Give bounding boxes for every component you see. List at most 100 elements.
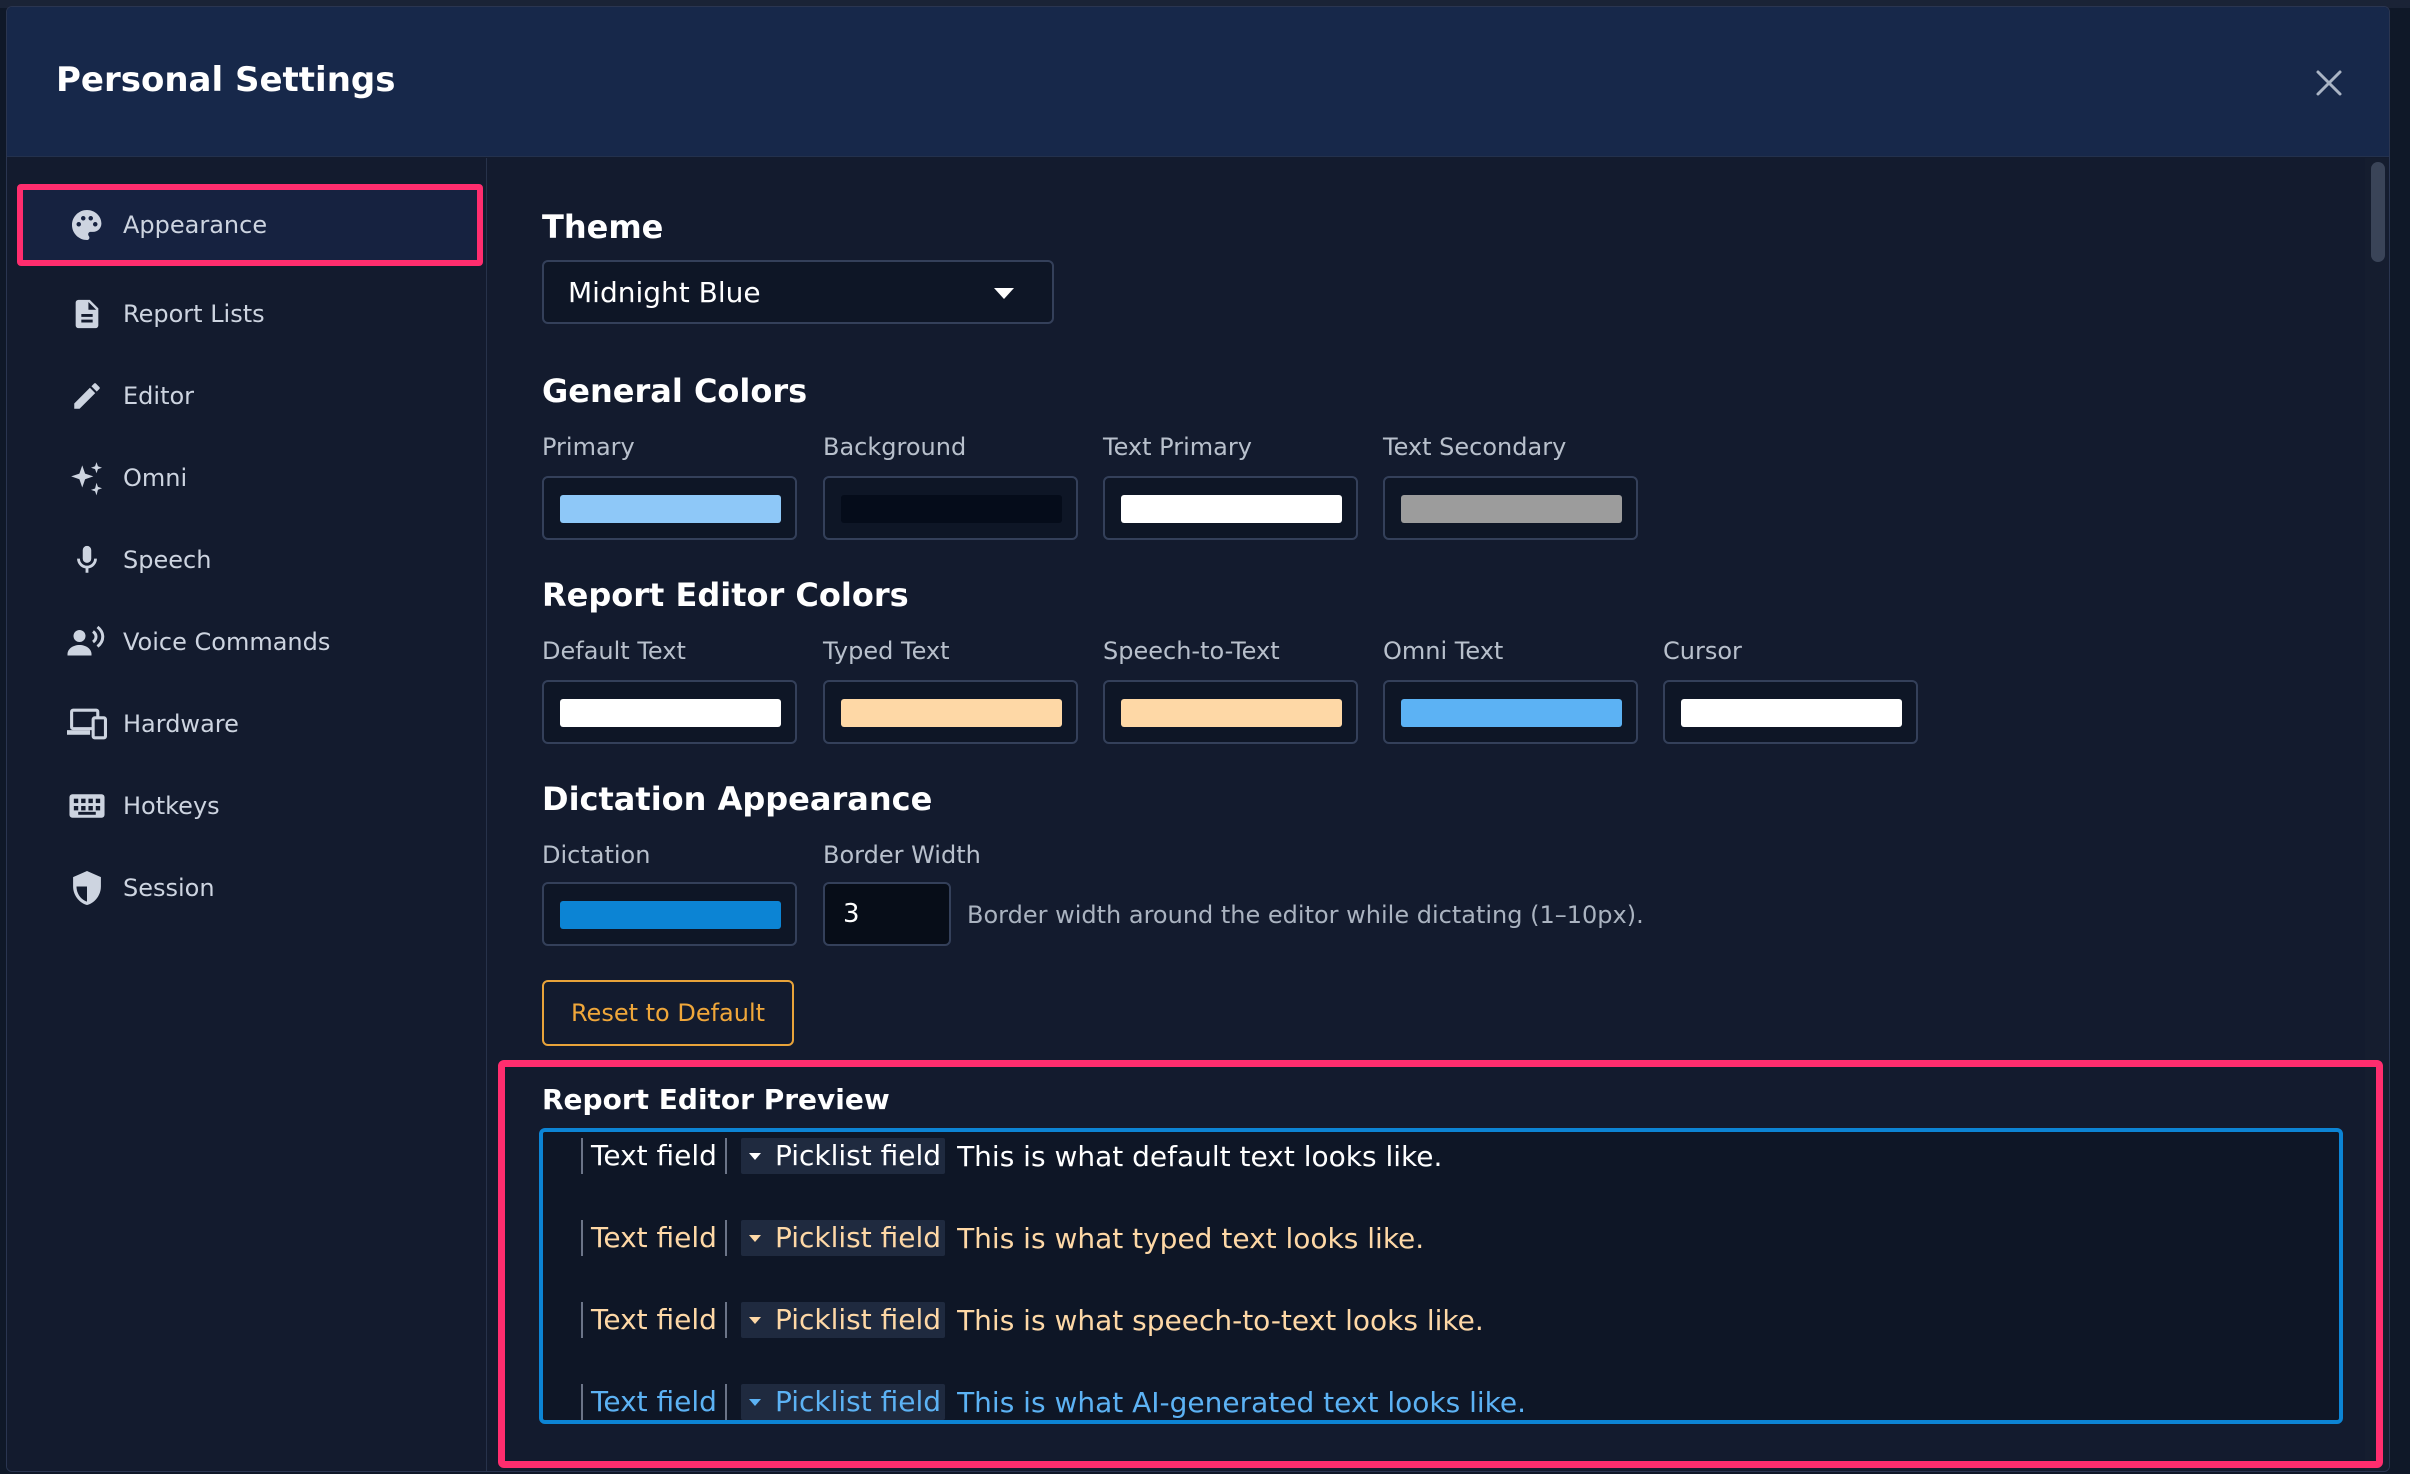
border-width-hint: Border width around the editor while dic…	[967, 901, 1644, 929]
text-field-token[interactable]: Text field	[581, 1138, 727, 1174]
sidebar-item-hotkeys[interactable]: Hotkeys	[17, 765, 483, 847]
document-icon	[67, 294, 107, 334]
preview-line-typed: Text field Picklist field This is what t…	[581, 1218, 1424, 1258]
sidebar-item-label: Appearance	[123, 211, 268, 239]
sidebar-item-label: Editor	[123, 382, 195, 410]
caret-down-icon	[748, 1234, 761, 1242]
preview-line-omni: Text field Picklist field This is what A…	[581, 1382, 1526, 1422]
cursor-color-picker[interactable]	[1663, 680, 1918, 744]
picklist-field-token[interactable]: Picklist field	[740, 1138, 946, 1174]
preview-sentence: This is what typed text looks like.	[957, 1221, 1425, 1255]
preview-sentence: This is what AI-generated text looks lik…	[957, 1385, 1526, 1419]
color-swatch	[1401, 699, 1622, 727]
settings-sidebar: Appearance Report Lists Editor Omni Spee	[7, 158, 487, 1471]
text-field-token[interactable]: Text field	[581, 1384, 727, 1420]
voice-user-icon	[67, 622, 107, 662]
sidebar-item-report-lists[interactable]: Report Lists	[17, 273, 483, 355]
color-swatch	[560, 901, 781, 929]
palette-icon	[67, 205, 107, 245]
preview-sentence: This is what default text looks like.	[957, 1139, 1443, 1173]
color-swatch	[560, 699, 781, 727]
preview-line-speech: Text field Picklist field This is what s…	[581, 1300, 1484, 1340]
close-icon	[2316, 70, 2342, 96]
typed-text-color-label: Typed Text	[823, 637, 950, 665]
text-secondary-color-picker[interactable]	[1383, 476, 1638, 540]
sidebar-item-label: Session	[123, 874, 215, 902]
close-button[interactable]	[2309, 63, 2349, 103]
border-width-label: Border Width	[823, 841, 981, 869]
shield-icon	[67, 868, 107, 908]
text-primary-color-label: Text Primary	[1103, 433, 1252, 461]
picklist-label: Picklist field	[774, 1385, 942, 1418]
color-swatch	[841, 699, 1062, 727]
theme-select-value: Midnight Blue	[568, 275, 761, 309]
general-colors-heading: General Colors	[542, 372, 808, 410]
sparkle-icon	[67, 458, 107, 498]
default-text-color-label: Default Text	[542, 637, 686, 665]
devices-icon	[67, 704, 107, 744]
speech-text-color-picker[interactable]	[1103, 680, 1358, 744]
sidebar-item-label: Report Lists	[123, 300, 265, 328]
border-width-value: 3	[843, 899, 860, 929]
sidebar-item-speech[interactable]: Speech	[17, 519, 483, 601]
text-secondary-color-label: Text Secondary	[1383, 433, 1567, 461]
default-text-color-picker[interactable]	[542, 680, 797, 744]
caret-down-icon	[994, 288, 1014, 299]
sidebar-item-label: Omni	[123, 464, 188, 492]
speech-text-color-label: Speech-to-Text	[1103, 637, 1280, 665]
typed-text-color-picker[interactable]	[823, 680, 1078, 744]
color-swatch	[1681, 699, 1902, 727]
caret-down-icon	[748, 1152, 761, 1160]
text-field-token[interactable]: Text field	[581, 1302, 727, 1338]
border-width-input[interactable]: 3	[823, 882, 951, 946]
primary-color-picker[interactable]	[542, 476, 797, 540]
picklist-label: Picklist field	[774, 1221, 942, 1254]
caret-down-icon	[748, 1316, 761, 1324]
scrollbar-thumb[interactable]	[2371, 162, 2385, 262]
cursor-color-label: Cursor	[1663, 637, 1742, 665]
report-editor-preview: Text field Picklist field This is what d…	[539, 1128, 2343, 1424]
sidebar-item-hardware[interactable]: Hardware	[17, 683, 483, 765]
sidebar-item-label: Speech	[123, 546, 212, 574]
editor-colors-heading: Report Editor Colors	[542, 576, 909, 614]
sidebar-item-label: Voice Commands	[123, 628, 331, 656]
sidebar-item-voice-commands[interactable]: Voice Commands	[17, 601, 483, 683]
appearance-panel: Theme Midnight Blue General Colors Prima…	[488, 158, 2389, 1471]
picklist-field-token[interactable]: Picklist field	[740, 1302, 946, 1338]
picklist-label: Picklist field	[774, 1303, 942, 1336]
sidebar-item-editor[interactable]: Editor	[17, 355, 483, 437]
sidebar-item-appearance[interactable]: Appearance	[17, 184, 483, 266]
preview-line-default: Text field Picklist field This is what d…	[581, 1136, 1442, 1176]
color-swatch	[841, 495, 1062, 523]
keyboard-icon	[67, 786, 107, 826]
sidebar-item-omni[interactable]: Omni	[17, 437, 483, 519]
text-primary-color-picker[interactable]	[1103, 476, 1358, 540]
omni-text-color-picker[interactable]	[1383, 680, 1638, 744]
background-color-label: Background	[823, 433, 967, 461]
color-swatch	[1121, 495, 1342, 523]
dialog-title: Personal Settings	[56, 60, 396, 100]
theme-select[interactable]: Midnight Blue	[542, 260, 1054, 324]
color-swatch	[560, 495, 781, 523]
omni-text-color-label: Omni Text	[1383, 637, 1504, 665]
color-swatch	[1401, 495, 1622, 523]
sidebar-item-label: Hardware	[123, 710, 239, 738]
reset-to-default-button[interactable]: Reset to Default	[542, 980, 794, 1046]
color-swatch	[1121, 699, 1342, 727]
picklist-label: Picklist field	[774, 1139, 942, 1172]
sidebar-item-session[interactable]: Session	[17, 847, 483, 929]
picklist-field-token[interactable]: Picklist field	[740, 1220, 946, 1256]
sidebar-item-label: Hotkeys	[123, 792, 220, 820]
primary-color-label: Primary	[542, 433, 635, 461]
personal-settings-dialog: Personal Settings Appearance Report List…	[6, 6, 2390, 1472]
pencil-icon	[67, 376, 107, 416]
background-color-picker[interactable]	[823, 476, 1078, 540]
text-field-token[interactable]: Text field	[581, 1220, 727, 1256]
picklist-field-token[interactable]: Picklist field	[740, 1384, 946, 1420]
caret-down-icon	[748, 1398, 761, 1406]
dictation-color-label: Dictation	[542, 841, 651, 869]
preview-sentence: This is what speech-to-text looks like.	[957, 1303, 1484, 1337]
dictation-color-picker[interactable]	[542, 882, 797, 946]
preview-heading: Report Editor Preview	[542, 1083, 890, 1116]
dialog-header: Personal Settings	[7, 7, 2389, 157]
